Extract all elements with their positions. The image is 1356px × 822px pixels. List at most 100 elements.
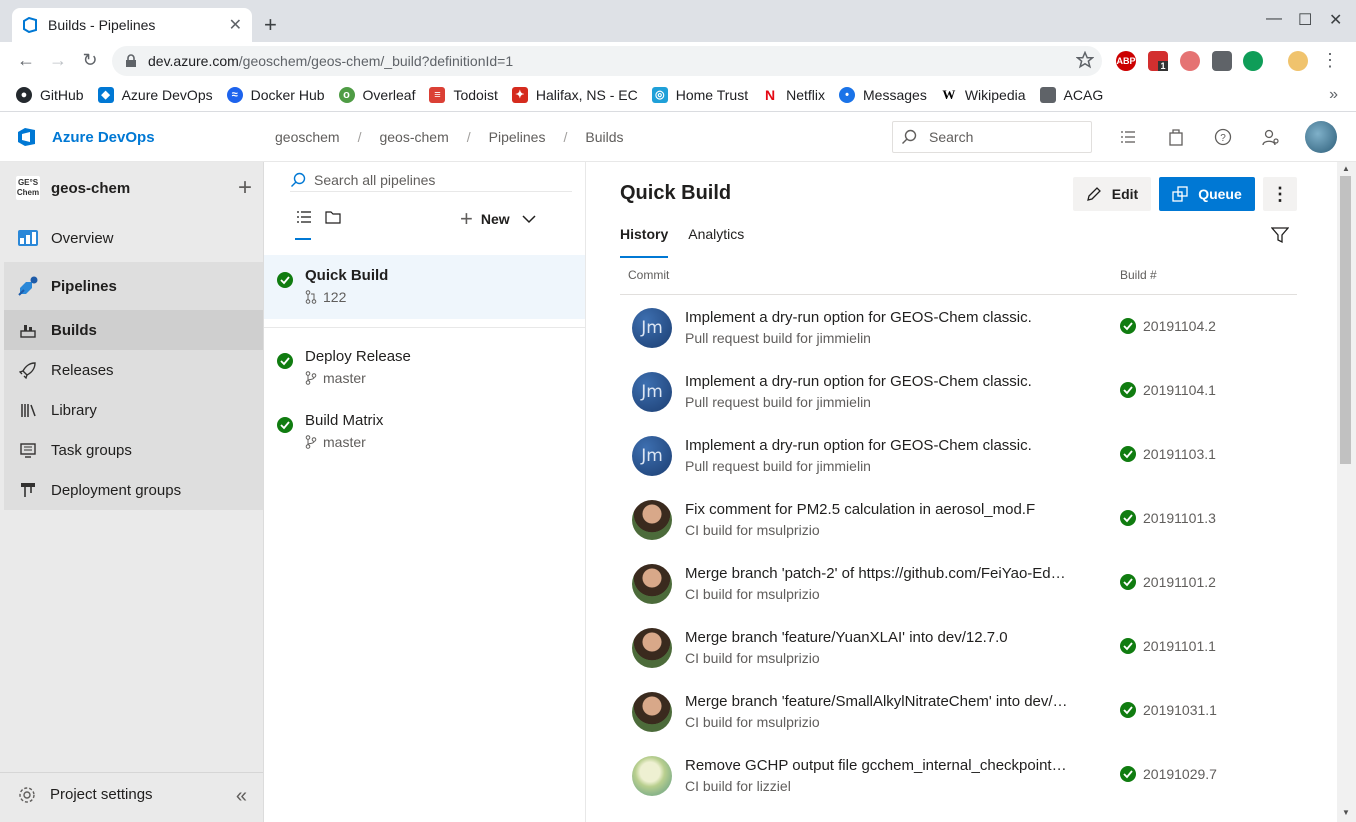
- bookmark-item[interactable]: ACAG: [1039, 86, 1103, 103]
- bookmark-item[interactable]: ◆ Azure DevOps: [97, 86, 213, 103]
- scrollbar-thumb[interactable]: [1340, 176, 1351, 464]
- project-settings-link[interactable]: Project settings «: [0, 772, 263, 816]
- commit-message: Implement a dry-run option for GEOS-Chem…: [685, 437, 1032, 454]
- help-icon[interactable]: ?: [1214, 128, 1232, 146]
- browser-menu-icon[interactable]: ⋮: [1318, 48, 1342, 72]
- back-icon[interactable]: ←: [14, 48, 38, 72]
- pipelines-icon: [16, 274, 40, 298]
- sidebar-item-releases[interactable]: Releases: [4, 350, 263, 390]
- commit-message: Implement a dry-run option for GEOS-Chem…: [685, 309, 1032, 326]
- header-search-input[interactable]: Search: [892, 121, 1092, 153]
- new-tab-button[interactable]: +: [264, 12, 277, 38]
- add-icon[interactable]: +: [238, 174, 252, 202]
- collapse-sidebar-icon[interactable]: «: [236, 785, 247, 808]
- bookmark-item[interactable]: o Overleaf: [338, 86, 415, 103]
- pipeline-detail: Quick Build Edit Queue ⋮ History Analyti…: [587, 162, 1337, 822]
- bookmark-label: GitHub: [40, 86, 84, 103]
- breadcrumb-builds[interactable]: Builds: [585, 129, 623, 145]
- scroll-up-icon[interactable]: ▲: [1342, 164, 1350, 173]
- pipeline-meta: master: [305, 370, 366, 386]
- breadcrumb-org[interactable]: geoschem: [275, 129, 340, 145]
- list-view-icon[interactable]: [295, 208, 313, 240]
- extension-icon[interactable]: 1: [1148, 51, 1168, 71]
- bookmark-item[interactable]: • Messages: [839, 86, 927, 103]
- edit-button[interactable]: Edit: [1073, 177, 1151, 211]
- more-bookmarks-icon[interactable]: »: [1329, 86, 1338, 104]
- bookmark-label: Todoist: [453, 86, 498, 103]
- build-number: 20191103.1: [1120, 446, 1216, 462]
- overleaf-icon: o: [338, 86, 355, 103]
- build-row[interactable]: Jm Implement a dry-run option for GEOS-Ch…: [620, 358, 1297, 422]
- build-row[interactable]: Jm Implement a dry-run option for GEOS-Ch…: [620, 422, 1297, 486]
- breadcrumb-pipelines[interactable]: Pipelines: [489, 129, 546, 145]
- pipeline-list-item[interactable]: Quick Build 122: [264, 255, 585, 319]
- browser-tab[interactable]: Builds - Pipelines ✕: [12, 8, 252, 42]
- reload-icon[interactable]: ↻: [78, 48, 102, 72]
- bookmark-star-icon[interactable]: [1076, 51, 1094, 69]
- ado-home-link[interactable]: Azure DevOps: [16, 126, 155, 148]
- adblock-plus-icon[interactable]: ABP: [1116, 51, 1136, 71]
- tab-history[interactable]: History: [620, 226, 669, 258]
- build-row[interactable]: Merge branch 'patch-2' of https://github…: [620, 550, 1297, 614]
- user-settings-icon[interactable]: [1262, 128, 1280, 146]
- sidebar-item-builds[interactable]: Builds: [4, 310, 263, 350]
- user-avatar[interactable]: [1305, 121, 1337, 153]
- sidebar-item-overview[interactable]: Overview: [0, 218, 263, 258]
- filter-icon[interactable]: [1271, 226, 1289, 244]
- bookmark-item[interactable]: W Wikipedia: [940, 86, 1026, 103]
- tab-close-icon[interactable]: ✕: [229, 15, 242, 35]
- build-row[interactable]: Jm Implement a dry-run option for GEOS-Ch…: [620, 294, 1297, 358]
- sidebar-item-pipelines[interactable]: Pipelines: [0, 266, 263, 306]
- search-icon: [291, 172, 306, 187]
- address-bar[interactable]: dev.azure.com/geoschem/geos-chem/_build?…: [112, 46, 1102, 76]
- pipeline-list-item[interactable]: Build Matrix master: [264, 400, 585, 464]
- pipelines-search-input[interactable]: Search all pipelines: [290, 168, 572, 192]
- sidebar-item-library[interactable]: Library: [4, 390, 263, 430]
- close-window-icon[interactable]: ✕: [1329, 10, 1342, 30]
- work-items-icon[interactable]: [1119, 128, 1137, 146]
- page-scrollbar[interactable]: ▲ ▼: [1337, 162, 1356, 822]
- commit-message: Implement a dry-run option for GEOS-Chem…: [685, 373, 1032, 390]
- build-row[interactable]: Remove GCHP output file gcchem_internal_…: [620, 742, 1297, 806]
- folder-view-icon[interactable]: [324, 208, 342, 226]
- forward-icon[interactable]: →: [46, 48, 70, 72]
- shield-extension-icon[interactable]: [1180, 51, 1200, 71]
- netflix-icon: N: [762, 86, 779, 103]
- more-actions-icon[interactable]: ⋮: [1263, 177, 1297, 211]
- build-number-text: 20191029.7: [1143, 766, 1217, 782]
- maximize-icon[interactable]: ☐: [1298, 10, 1312, 30]
- bookmark-item[interactable]: ≡ Todoist: [429, 86, 498, 103]
- sidebar-item-deployment-groups[interactable]: Deployment groups: [4, 470, 263, 510]
- project-name[interactable]: geos-chem: [51, 180, 238, 197]
- profile-avatar[interactable]: [1288, 51, 1308, 71]
- edit-label: Edit: [1111, 186, 1139, 202]
- build-reason: Pull request build for jimmielin: [685, 330, 871, 346]
- avatar: [632, 500, 672, 540]
- scroll-down-icon[interactable]: ▼: [1342, 808, 1350, 817]
- pipeline-name: Deploy Release: [305, 348, 411, 365]
- build-row[interactable]: Fix comment for PM2.5 calculation in aer…: [620, 486, 1297, 550]
- new-pipeline-button[interactable]: + New: [460, 206, 536, 232]
- tab-analytics[interactable]: Analytics: [688, 226, 744, 258]
- commit-message: Fix comment for PM2.5 calculation in aer…: [685, 501, 1036, 518]
- pipeline-list-item[interactable]: Deploy Release master: [264, 336, 585, 400]
- build-number: 20191101.2: [1120, 574, 1216, 590]
- home-trust-icon: ◎: [651, 86, 668, 103]
- detail-tabs: History Analytics: [620, 226, 764, 258]
- minimize-icon[interactable]: —: [1266, 10, 1282, 28]
- bookmark-item[interactable]: ≈ Docker Hub: [226, 86, 325, 103]
- bookmark-item[interactable]: ◎ Home Trust: [651, 86, 748, 103]
- queue-button[interactable]: Queue: [1159, 177, 1255, 211]
- sidebar-item-label: Library: [51, 401, 97, 419]
- bookmark-item[interactable]: ● GitHub: [16, 86, 84, 103]
- marketplace-bag-icon[interactable]: [1167, 128, 1185, 146]
- build-row[interactable]: Merge branch 'feature/YuanXLAI' into dev…: [620, 614, 1297, 678]
- reader-extension-icon[interactable]: [1212, 51, 1232, 71]
- bookmark-item[interactable]: ✦ Halifax, NS - EC: [511, 86, 638, 103]
- breadcrumb-project[interactable]: geos-chem: [379, 129, 448, 145]
- sidebar-item-task-groups[interactable]: Task groups: [4, 430, 263, 470]
- build-row[interactable]: Merge branch 'feature/SmallAlkylNitrateC…: [620, 678, 1297, 742]
- build-number-text: 20191101.3: [1143, 510, 1216, 526]
- bookmark-item[interactable]: N Netflix: [762, 86, 825, 103]
- green-extension-icon[interactable]: [1243, 51, 1263, 71]
